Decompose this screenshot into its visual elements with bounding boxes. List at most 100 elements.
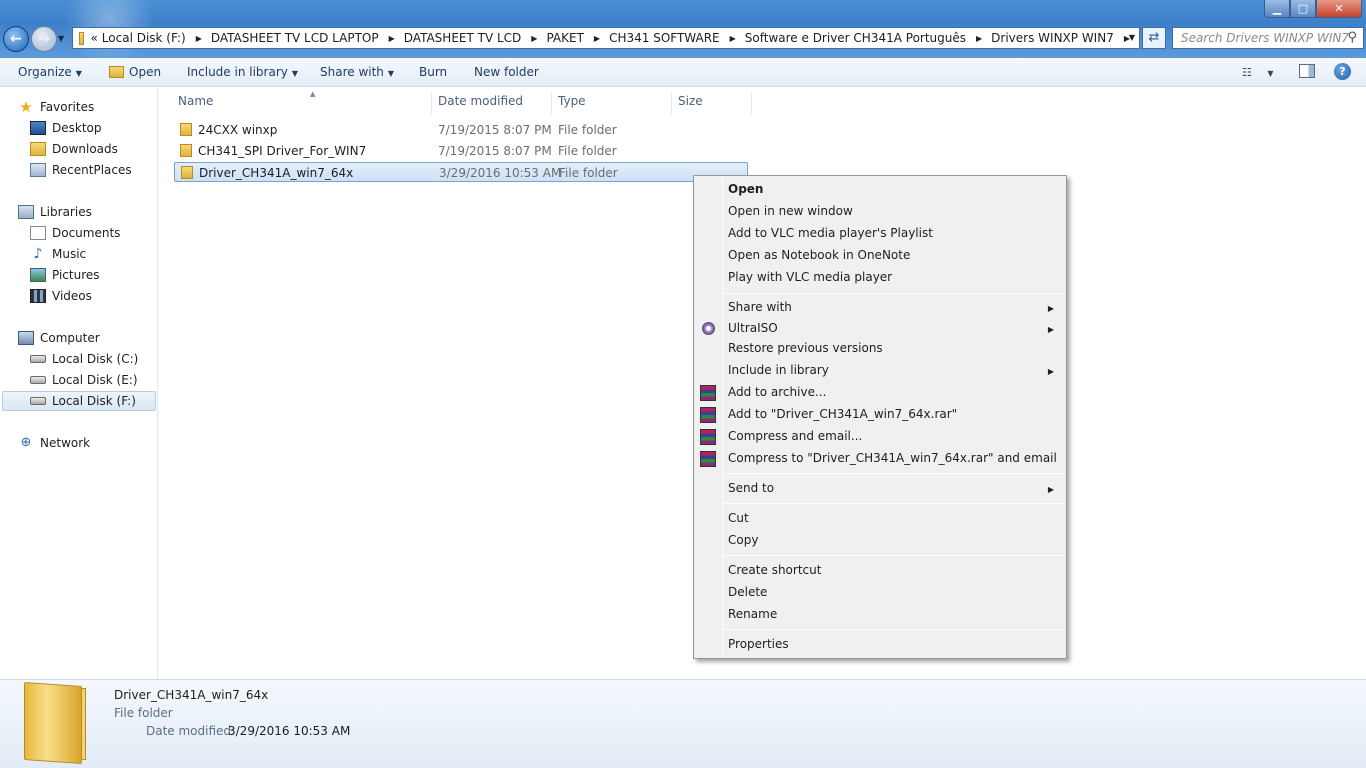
include-in-library-label: Include in library [187, 65, 288, 79]
menu-item-add-rar[interactable]: Add to "Driver_CH341A_win7_64x.rar" [728, 407, 957, 427]
column-header-name[interactable]: ▲ Name [172, 90, 432, 114]
downloads-folder-icon [30, 142, 46, 156]
nav-local-disk-e[interactable]: Local Disk (E:) [30, 370, 138, 390]
nav-videos[interactable]: Videos [30, 286, 92, 306]
nav-music[interactable]: ♪ Music [30, 244, 87, 264]
breadcrumb-item[interactable]: PAKET [546, 31, 583, 45]
menu-item-vlc-playlist[interactable]: Add to VLC media player's Playlist [728, 226, 933, 246]
breadcrumb-chevron-icon[interactable]: ▶ [730, 34, 736, 43]
preview-pane-button[interactable] [1299, 64, 1315, 78]
maximize-button[interactable]: □ [1290, 0, 1316, 18]
menu-separator [724, 629, 1064, 630]
burn-button[interactable]: Burn [419, 65, 447, 79]
window-controls: ▁ □ ✕ [1264, 0, 1362, 18]
nav-pictures[interactable]: Pictures [30, 265, 100, 285]
desktop-icon [30, 121, 46, 135]
breadcrumb-overflow[interactable]: « [90, 31, 97, 45]
refresh-button[interactable]: ⇄ [1142, 27, 1166, 49]
forward-button[interactable]: → [31, 26, 57, 52]
file-row[interactable]: 24CXX winxp 7/19/2015 8:07 PM File folde… [174, 120, 748, 140]
system-drive-icon [30, 355, 46, 363]
organize-label: Organize [18, 65, 72, 79]
menu-item-copy[interactable]: Copy [728, 533, 758, 553]
nav-libraries[interactable]: Libraries [18, 202, 92, 222]
menu-item-restore-versions[interactable]: Restore previous versions [728, 341, 883, 361]
menu-item-open-new-window[interactable]: Open in new window [728, 204, 853, 224]
file-date: 7/19/2015 8:07 PM [438, 144, 552, 158]
caret-down-icon: ▼ [291, 69, 299, 78]
menu-item-onenote[interactable]: Open as Notebook in OneNote [728, 248, 910, 268]
menu-item-properties[interactable]: Properties [728, 637, 789, 657]
menu-item-rename[interactable]: Rename [728, 607, 777, 627]
file-type: File folder [558, 123, 617, 137]
help-button[interactable]: ? [1334, 63, 1351, 80]
include-in-library-button[interactable]: Include in library ▼ [187, 65, 298, 79]
menu-item-send-to[interactable]: Send to [728, 481, 774, 501]
menu-item-include-library[interactable]: Include in library [728, 363, 829, 383]
menu-item-vlc-play[interactable]: Play with VLC media player [728, 270, 892, 290]
close-button[interactable]: ✕ [1316, 0, 1362, 18]
organize-button[interactable]: Organize ▼ [18, 65, 82, 79]
file-type: File folder [559, 166, 618, 180]
breadcrumb-chevron-icon[interactable]: ▶ [389, 34, 395, 43]
minimize-button[interactable]: ▁ [1264, 0, 1290, 18]
nav-network[interactable]: ⊕ Network [18, 433, 91, 453]
nav-label: Documents [52, 226, 121, 240]
nav-computer[interactable]: Computer [18, 328, 100, 348]
menu-item-add-archive[interactable]: Add to archive... [728, 385, 826, 405]
breadcrumb-chevron-icon[interactable]: ▶ [976, 34, 982, 43]
nav-desktop[interactable]: Desktop [30, 118, 102, 138]
breadcrumb-item[interactable]: DATASHEET TV LCD [404, 31, 522, 45]
breadcrumb-item[interactable]: Drivers WINXP WIN7 [991, 31, 1114, 45]
share-with-button[interactable]: Share with ▼ [320, 65, 394, 79]
new-folder-button[interactable]: New folder [474, 65, 539, 79]
file-row-selected[interactable]: Driver_CH341A_win7_64x 3/29/2016 10:53 A… [174, 162, 748, 182]
nav-local-disk-f[interactable]: Local Disk (F:) [2, 391, 156, 411]
address-dropdown-icon[interactable]: ▼ [1129, 33, 1135, 42]
search-icon[interactable]: ⚲ [1347, 30, 1357, 45]
menu-item-share-with[interactable]: Share with [728, 300, 792, 320]
recent-pages-dropdown[interactable]: ▼ [58, 34, 68, 44]
folder-icon [180, 123, 192, 136]
breadcrumb-item[interactable]: CH341 SOFTWARE [609, 31, 720, 45]
music-note-icon: ♪ [33, 246, 43, 262]
menu-item-ultraiso[interactable]: UltraISO [728, 321, 778, 341]
menu-item-compress-email[interactable]: Compress and email... [728, 429, 862, 449]
file-row[interactable]: CH341_SPI Driver_For_WIN7 7/19/2015 8:07… [174, 141, 748, 161]
breadcrumb-item[interactable]: Local Disk (F:) [102, 31, 186, 45]
nav-favorites[interactable]: ★ Favorites [18, 97, 94, 117]
breadcrumb-item[interactable]: DATASHEET TV LCD LAPTOP [211, 31, 379, 45]
nav-local-disk-c[interactable]: Local Disk (C:) [30, 349, 138, 369]
open-button[interactable]: Open [109, 65, 161, 79]
caret-down-icon: ▼ [1267, 69, 1274, 78]
nav-label: Network [40, 436, 91, 450]
menu-item-compress-rar-email[interactable]: Compress to "Driver_CH341A_win7_64x.rar"… [728, 451, 1057, 471]
search-input[interactable]: Search Drivers WINXP WIN7 ⚲ [1172, 27, 1364, 49]
menu-item-cut[interactable]: Cut [728, 511, 749, 531]
breadcrumb-chevron-icon[interactable]: ▶ [594, 34, 600, 43]
menu-item-create-shortcut[interactable]: Create shortcut [728, 563, 821, 583]
nav-documents[interactable]: Documents [30, 223, 120, 243]
column-header-date[interactable]: Date modified [432, 92, 552, 114]
breadcrumb-item[interactable]: Software e Driver CH341A Português [745, 31, 966, 45]
network-icon: ⊕ [20, 435, 32, 450]
nav-label: Local Disk (F:) [52, 394, 136, 408]
folder-icon [180, 144, 192, 157]
change-view-button[interactable]: ☷ ▼ [1242, 66, 1274, 79]
details-pane: Driver_CH341A_win7_64x File folder Date … [0, 679, 1366, 768]
nav-recent-places[interactable]: RecentPlaces [30, 160, 132, 180]
recent-places-icon [30, 163, 46, 177]
nav-label: Desktop [52, 121, 102, 135]
nav-downloads[interactable]: Downloads [30, 139, 118, 159]
file-date: 3/29/2016 10:53 AM [439, 166, 562, 180]
column-header-type[interactable]: Type [552, 92, 672, 114]
breadcrumb-chevron-icon[interactable]: ▶ [531, 34, 537, 43]
menu-item-open[interactable]: Open [728, 182, 763, 202]
menu-separator [724, 555, 1064, 556]
nav-label: Favorites [40, 100, 95, 114]
breadcrumb-chevron-icon[interactable]: ▶ [196, 34, 202, 43]
menu-item-delete[interactable]: Delete [728, 585, 767, 605]
back-button[interactable]: ← [3, 26, 29, 52]
address-bar[interactable]: « Local Disk (F:) ▶ DATASHEET TV LCD LAPT… [72, 27, 1140, 49]
column-header-size[interactable]: Size [672, 92, 752, 114]
